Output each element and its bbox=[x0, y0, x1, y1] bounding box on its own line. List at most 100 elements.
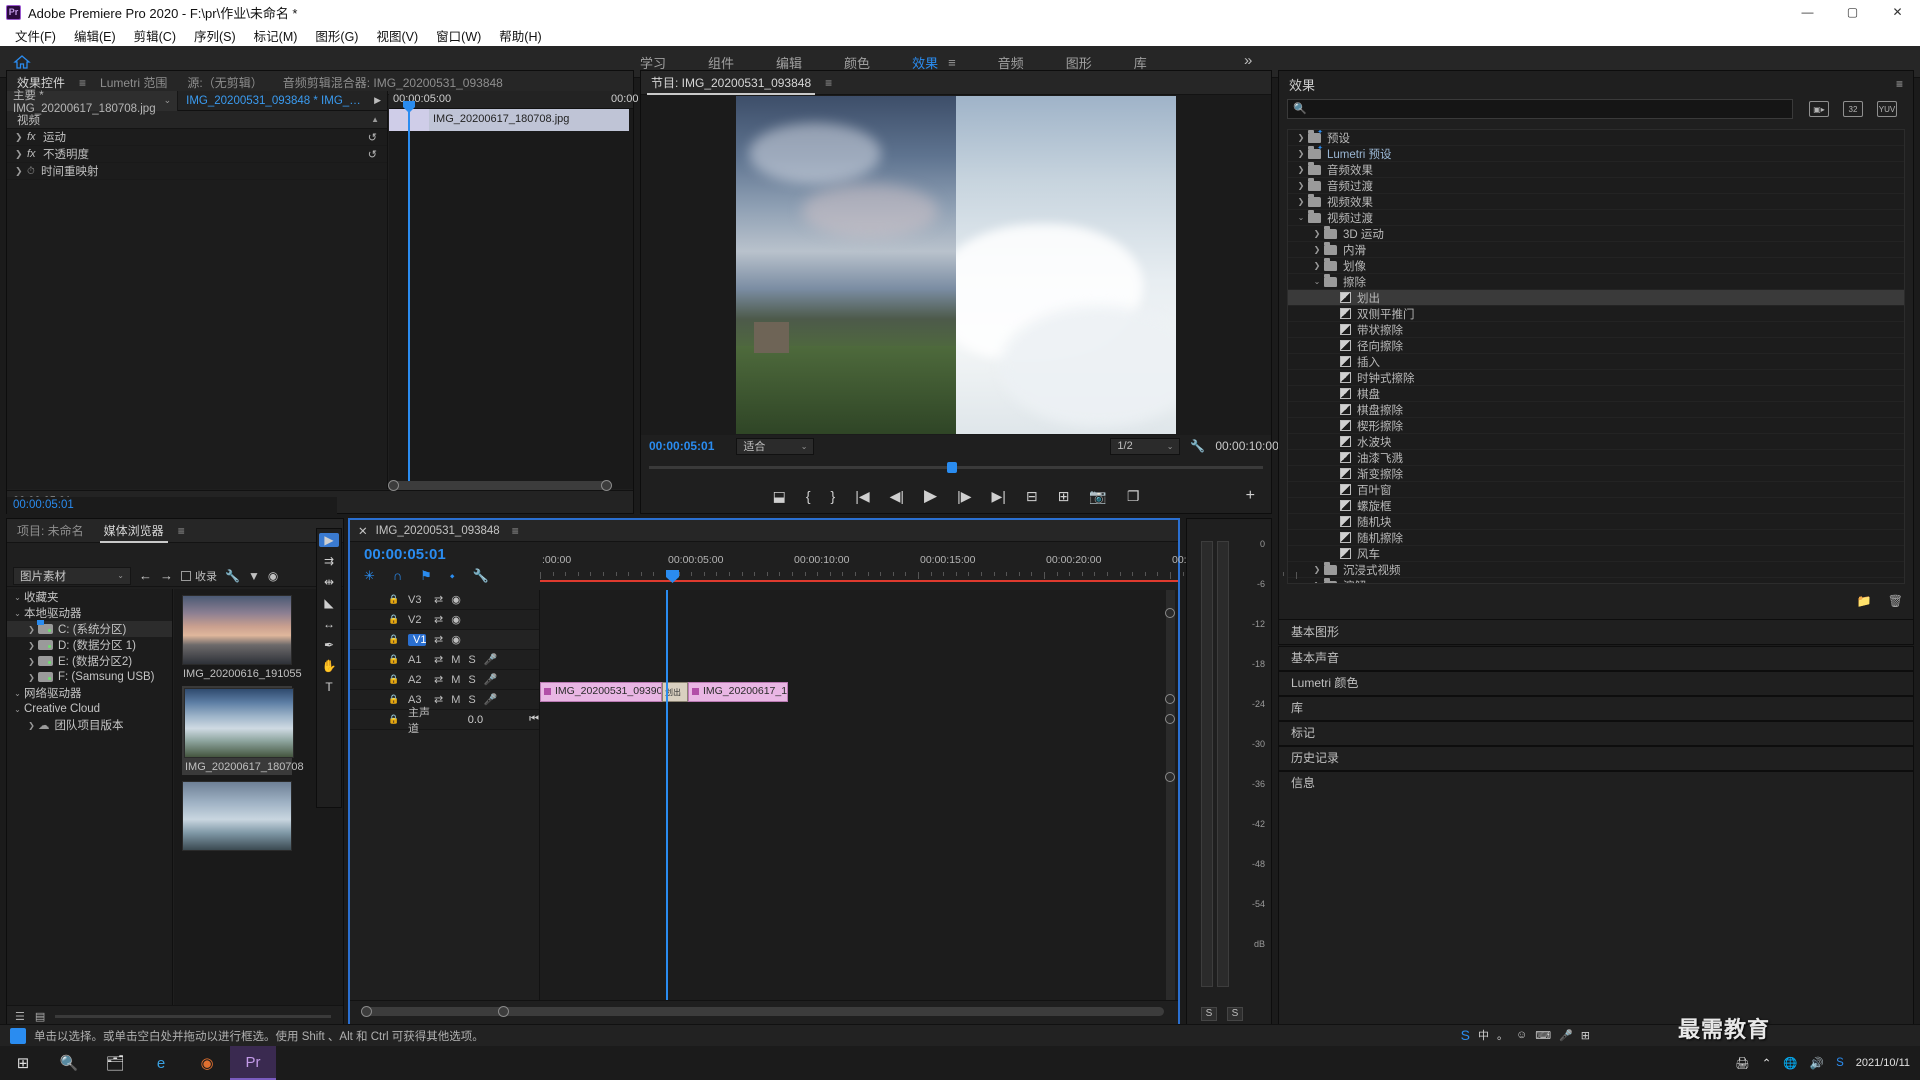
thumbnail-view-icon[interactable]: ▤ bbox=[35, 1010, 45, 1023]
keyframe-nav-icon[interactable]: ⏮ bbox=[529, 713, 539, 726]
search-icon[interactable]: 🔍 bbox=[46, 1046, 92, 1080]
edge-icon[interactable]: e bbox=[138, 1046, 184, 1080]
scroll-handle-v1[interactable] bbox=[1165, 694, 1175, 704]
timeline-playhead[interactable] bbox=[666, 590, 668, 1000]
timeline-burger-icon[interactable]: ≡ bbox=[508, 524, 523, 538]
chevron-right-icon[interactable]: ❯ bbox=[1294, 181, 1308, 190]
network-icon[interactable]: 🌐 bbox=[1783, 1056, 1797, 1070]
effect-controls-clip-selector[interactable]: 主要 * IMG_20200617_180708.jpg ⌄ bbox=[7, 90, 179, 115]
menu-file[interactable]: 文件(F) bbox=[6, 24, 65, 47]
effects-tree-list[interactable]: ❯预设❯Lumetri 预设❯音频效果❯音频过渡❯视频效果⌄视频过渡❯3D 运动… bbox=[1287, 129, 1905, 584]
close-icon[interactable]: ✕ bbox=[358, 524, 368, 538]
media-tree-item[interactable]: ⌄ 网络驱动器 bbox=[7, 685, 172, 701]
button-editor-icon[interactable]: ❐ bbox=[1127, 488, 1140, 505]
chevron-down-icon[interactable]: ⌄ bbox=[11, 593, 24, 602]
scrubber-handle[interactable] bbox=[947, 462, 957, 473]
chevron-right-icon[interactable]: ❯ bbox=[25, 625, 38, 634]
track-name[interactable]: V2 bbox=[408, 614, 426, 626]
effect-item[interactable]: 百叶窗 bbox=[1288, 482, 1904, 498]
chevron-down-icon[interactable]: ⌄ bbox=[11, 689, 24, 698]
solo-button-right[interactable]: S bbox=[1227, 1007, 1243, 1021]
timeline-clip-1[interactable]: IMG_20200531_093908.jp bbox=[540, 682, 662, 702]
delete-icon[interactable]: 🗑 bbox=[1888, 594, 1903, 608]
ingest-checkbox[interactable]: 收录 bbox=[181, 568, 217, 584]
nest-icon[interactable]: ✳ bbox=[364, 568, 375, 584]
thumbnail-item-selected[interactable]: IMG_20200617_180708 bbox=[182, 686, 304, 775]
scroll-handle-top[interactable] bbox=[1165, 608, 1175, 618]
effect-folder[interactable]: ❯ 内滑 bbox=[1288, 241, 1904, 258]
arrow-right-icon[interactable]: → bbox=[160, 568, 173, 583]
new-folder-icon[interactable]: 📁 bbox=[1857, 594, 1872, 608]
menu-help[interactable]: 帮助(H) bbox=[490, 24, 550, 47]
effect-item[interactable]: 插入 bbox=[1288, 354, 1904, 370]
tab-color[interactable]: 颜色 bbox=[844, 53, 870, 72]
effect-folder[interactable]: ❯ 划像 bbox=[1288, 257, 1904, 274]
chevron-right-icon[interactable]: ❯ bbox=[25, 641, 38, 650]
tab-assembly[interactable]: 组件 bbox=[708, 53, 734, 72]
hscroll-handle-right[interactable] bbox=[498, 1006, 509, 1017]
chevron-right-icon[interactable]: ❯ bbox=[1310, 229, 1324, 238]
program-monitor-stage[interactable] bbox=[641, 95, 1271, 435]
snap-icon[interactable]: ∩ bbox=[393, 568, 402, 584]
ime-punctuation-icon[interactable]: 。 bbox=[1497, 1027, 1508, 1043]
effect-controls-ruler[interactable]: 00:00:05:00 00:00 bbox=[389, 91, 639, 109]
razor-tool-icon[interactable]: ◣ bbox=[324, 596, 333, 610]
sync-lock-icon[interactable]: ⇄ bbox=[434, 653, 443, 666]
menu-sequence[interactable]: 序列(S) bbox=[185, 24, 245, 47]
fit-zoom-select[interactable]: 适合 ⌄ bbox=[736, 437, 815, 455]
chevron-right-icon[interactable]: ❯ bbox=[1294, 165, 1308, 174]
media-tree-item[interactable]: ❯ E: (数据分区2) bbox=[7, 653, 172, 669]
chevron-right-icon[interactable]: ❯ bbox=[1310, 245, 1324, 254]
solo-icon[interactable]: S bbox=[468, 654, 475, 666]
tab-learn[interactable]: 学习 bbox=[640, 53, 666, 72]
premiere-icon[interactable]: Pr bbox=[230, 1046, 276, 1080]
lift-icon[interactable]: ⊟ bbox=[1026, 488, 1038, 505]
minimize-button[interactable]: — bbox=[1785, 0, 1830, 24]
timeline-clip-2[interactable]: IMG_20200617_180708.j bbox=[688, 682, 788, 702]
program-monitor-burger-icon[interactable]: ≡ bbox=[821, 76, 836, 90]
menu-clip[interactable]: 剪辑(C) bbox=[125, 24, 185, 47]
chevron-down-icon[interactable]: ⌄ bbox=[164, 95, 172, 106]
clock-date[interactable]: 2021/10/11 bbox=[1856, 1057, 1910, 1070]
timeline-track-headers[interactable]: 🔒 V3 ⇄ ◉ 🔒 V2 ⇄ ◉ 🔒 V1 ⇄ ◉ 🔒 A1 ⇄ M S 🎤 🔒 A2 ⇄ M S 🎤 🔒 A3 ⇄ M S 🎤 🔒 主声道… bbox=[350, 590, 540, 1000]
effect-row-opacity[interactable]: ❯ fx 不透明度 ↺ bbox=[7, 146, 387, 163]
volume-icon[interactable]: 🔊 bbox=[1810, 1056, 1824, 1070]
linked-selection-icon[interactable]: ⚑ bbox=[420, 568, 432, 584]
menu-marker[interactable]: 标记(M) bbox=[245, 24, 307, 47]
export-frame-icon[interactable]: 📷 bbox=[1089, 488, 1106, 505]
program-monitor-scrubber[interactable] bbox=[649, 461, 1263, 473]
effect-folder[interactable]: ❯ 音频效果 bbox=[1288, 161, 1904, 178]
effect-folder[interactable]: ⌄ 视频过渡 bbox=[1288, 209, 1904, 226]
chevron-right-icon[interactable]: ❯ bbox=[1294, 149, 1308, 158]
track-header-主声道[interactable]: 🔒 主声道 0.0 ⏮ bbox=[350, 707, 539, 735]
track-name[interactable]: A2 bbox=[408, 674, 426, 686]
solo-button-left[interactable]: S bbox=[1201, 1007, 1217, 1021]
sync-lock-icon[interactable]: ⇄ bbox=[434, 633, 443, 646]
hand-tool-icon[interactable]: ✋ bbox=[322, 659, 337, 673]
play-icon[interactable]: ▶ bbox=[924, 486, 937, 506]
mute-icon[interactable]: M bbox=[451, 654, 460, 666]
pen-tool-icon[interactable]: ✒ bbox=[324, 638, 334, 652]
type-tool-icon[interactable]: T bbox=[325, 680, 332, 694]
chevron-right-icon[interactable]: ❯ bbox=[25, 673, 38, 682]
skype-icon[interactable]: S bbox=[1836, 1057, 1844, 1069]
effect-item[interactable]: 带状擦除 bbox=[1288, 322, 1904, 338]
sync-lock-icon[interactable]: ⇄ bbox=[434, 613, 443, 626]
lock-icon[interactable]: 🔒 bbox=[388, 654, 399, 665]
media-tree-item[interactable]: ❯ C: (系统分区) bbox=[7, 620, 172, 637]
effect-item[interactable]: 油漆飞溅 bbox=[1288, 450, 1904, 466]
menu-window[interactable]: 窗口(W) bbox=[427, 24, 490, 47]
effect-item[interactable]: 渐变擦除 bbox=[1288, 466, 1904, 482]
add-button[interactable]: + bbox=[1246, 487, 1255, 505]
solo-icon[interactable]: S bbox=[468, 674, 475, 686]
filter-icon[interactable]: ▼ bbox=[248, 569, 260, 583]
mic-icon[interactable]: 🎤 bbox=[484, 653, 498, 666]
lock-icon[interactable]: 🔒 bbox=[388, 634, 399, 645]
hscroll-handle-left[interactable] bbox=[361, 1006, 372, 1017]
track-header-V2[interactable]: 🔒 V2 ⇄ ◉ bbox=[350, 610, 539, 630]
stopwatch-icon[interactable]: ⏱ bbox=[27, 166, 41, 177]
track-header-A2[interactable]: 🔒 A2 ⇄ M S 🎤 bbox=[350, 670, 539, 690]
media-tree-item[interactable]: ❯ D: (数据分区 1) bbox=[7, 637, 172, 653]
firefox-icon[interactable]: ◉ bbox=[184, 1046, 230, 1080]
effect-item[interactable]: 双侧平推门 bbox=[1288, 306, 1904, 322]
